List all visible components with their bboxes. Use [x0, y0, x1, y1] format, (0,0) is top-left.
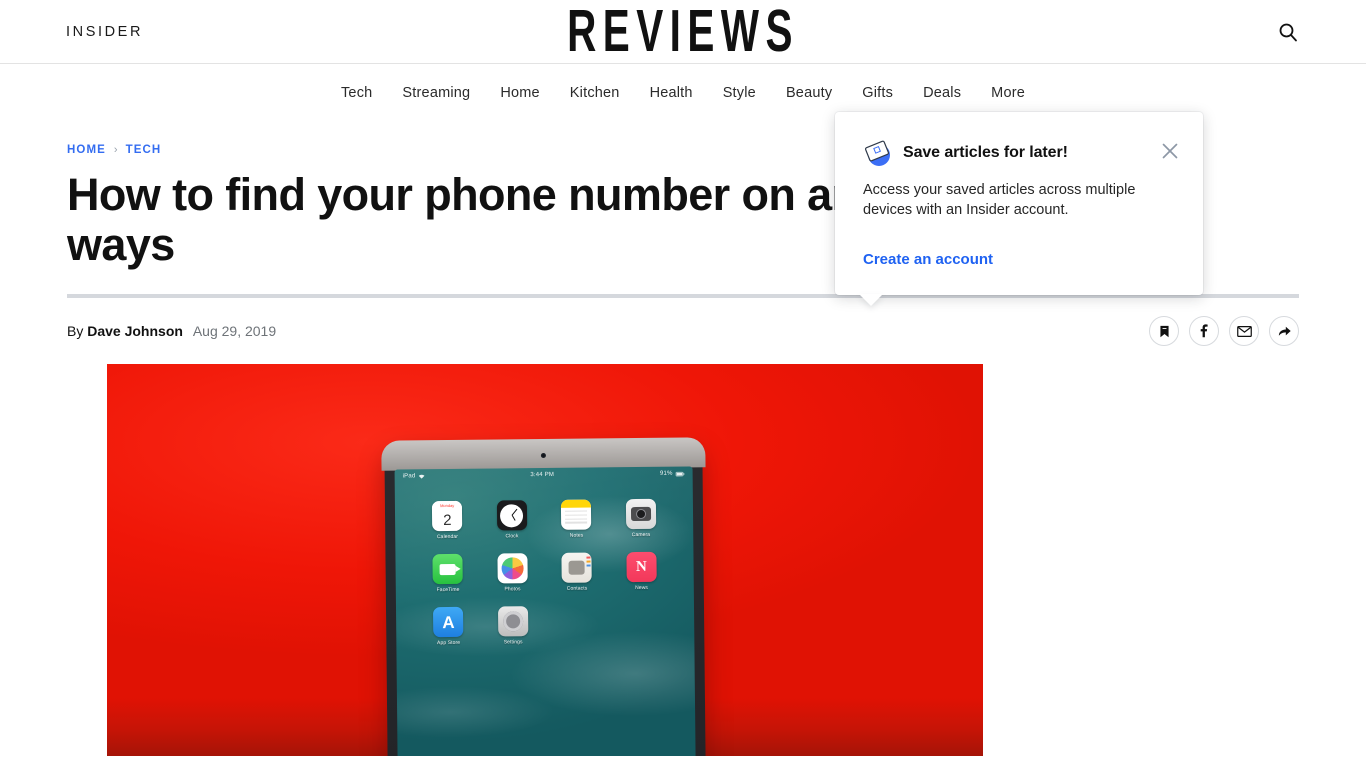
app-photos[interactable]: Photos: [490, 553, 534, 592]
breadcrumb-home[interactable]: HOME: [67, 144, 106, 156]
wifi-icon: [418, 474, 425, 479]
status-battery-percent: 91%: [659, 470, 673, 477]
save-popup-title: Save articles for later!: [903, 144, 1068, 161]
byline-author[interactable]: Dave Johnson: [87, 323, 183, 339]
byline-row: By Dave Johnson Aug 29, 2019: [67, 314, 1299, 348]
camera-icon: [625, 498, 656, 530]
nav-item-streaming[interactable]: Streaming: [402, 85, 470, 101]
nav-item-gifts[interactable]: Gifts: [862, 85, 893, 101]
hero-image: iPad 3:44 PM 91% Monday 2 Calendar Clock…: [107, 364, 983, 756]
app-label: Notes: [569, 532, 584, 539]
ipad-screen: iPad 3:44 PM 91% Monday 2 Calendar Clock…: [394, 466, 696, 756]
photos-icon: [497, 553, 528, 584]
ipad-device: iPad 3:44 PM 91% Monday 2 Calendar Clock…: [384, 440, 706, 756]
app-label: Contacts: [566, 585, 588, 592]
search-icon: [1279, 23, 1297, 41]
bookmark-button[interactable]: [1149, 316, 1179, 346]
app-contacts[interactable]: Contacts: [555, 552, 599, 592]
reviews-wordmark-text: REVIEWS: [567, 0, 799, 64]
app-grid: Monday 2 Calendar Clock Notes Camera Fac…: [395, 480, 695, 646]
email-button[interactable]: [1229, 316, 1259, 346]
clock-icon: [496, 500, 527, 531]
app-label: Calendar: [436, 533, 459, 541]
save-popup-body: Access your saved articles across multip…: [863, 182, 1136, 218]
bookmark-icon: [1159, 325, 1169, 337]
create-account-link[interactable]: Create an account: [863, 251, 993, 268]
app-settings[interactable]: Settings: [491, 606, 535, 645]
article-container: HOME › TECH How to find your phone numbe…: [67, 112, 1299, 756]
app-label: Settings: [503, 639, 523, 646]
reviews-wordmark: REVIEWS: [557, 0, 809, 64]
nav-item-tech[interactable]: Tech: [341, 85, 372, 101]
app-app-store[interactable]: A App Store: [426, 606, 470, 647]
battery-icon: [675, 471, 685, 476]
breadcrumb-tech[interactable]: TECH: [126, 144, 162, 156]
app-store-glyph: A: [442, 612, 455, 632]
close-icon: [1162, 143, 1178, 159]
nav-item-deals[interactable]: Deals: [923, 85, 961, 101]
nav-item-kitchen[interactable]: Kitchen: [570, 85, 620, 101]
search-button[interactable]: [1274, 18, 1302, 46]
byline-date: Aug 29, 2019: [192, 323, 277, 339]
contacts-icon: [561, 552, 592, 583]
headline-divider: [67, 294, 1299, 298]
notes-icon: [561, 499, 592, 530]
byline: By Dave Johnson Aug 29, 2019: [67, 323, 276, 339]
save-article-icon: [863, 138, 893, 168]
chevron-right-icon: ›: [113, 143, 118, 156]
app-clock[interactable]: Clock: [490, 500, 534, 539]
nav-item-more[interactable]: More: [991, 85, 1025, 101]
app-label: Clock: [505, 533, 519, 540]
nav-item-health[interactable]: Health: [650, 85, 693, 101]
facetime-icon: [432, 553, 464, 585]
app-label: Camera: [631, 531, 651, 539]
nav-item-beauty[interactable]: Beauty: [786, 85, 832, 101]
front-camera-icon: [540, 452, 546, 459]
facebook-button[interactable]: [1189, 316, 1219, 346]
share-icon: [1278, 326, 1291, 336]
news-glyph: N: [635, 558, 647, 575]
app-facetime[interactable]: FaceTime: [426, 553, 470, 594]
byline-prefix: By: [67, 323, 84, 339]
save-articles-popup: Save articles for later! Access your sav…: [835, 112, 1203, 295]
app-label: Photos: [504, 586, 521, 593]
site-header: INSIDER REVIEWS: [0, 0, 1366, 64]
close-button[interactable]: [1159, 140, 1181, 162]
status-time: 3:44 PM: [530, 471, 555, 479]
nav-item-home[interactable]: Home: [500, 85, 539, 101]
share-buttons: [1149, 316, 1299, 346]
app-calendar[interactable]: Monday 2 Calendar: [425, 500, 469, 541]
settings-icon: [497, 606, 529, 637]
email-icon: [1236, 325, 1252, 337]
app-news[interactable]: N News: [619, 551, 663, 592]
facebook-icon: [1200, 324, 1208, 338]
nav-item-style[interactable]: Style: [723, 85, 756, 101]
app-notes[interactable]: Notes: [554, 499, 598, 539]
app-store-icon: A: [433, 606, 464, 638]
app-label: FaceTime: [436, 586, 460, 594]
save-popup-header: Save articles for later!: [863, 138, 1175, 168]
news-icon: N: [626, 551, 657, 583]
insider-logo[interactable]: INSIDER: [66, 24, 143, 40]
share-button[interactable]: [1269, 316, 1299, 346]
app-camera[interactable]: Camera: [619, 498, 663, 539]
calendar-date: 2: [443, 511, 452, 529]
app-label: App Store: [437, 639, 461, 647]
app-label: News: [635, 584, 649, 592]
calendar-icon: Monday 2: [432, 500, 463, 532]
status-carrier: iPad: [402, 473, 416, 480]
